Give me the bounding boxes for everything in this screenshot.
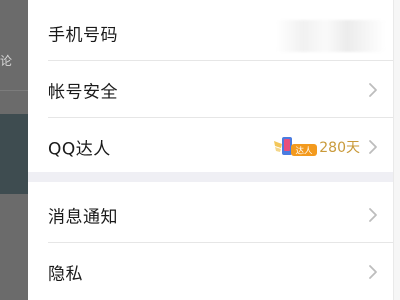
chevron-right-icon	[369, 82, 377, 97]
settings-row-phone-number[interactable]: 手机号码	[28, 4, 400, 61]
settings-row-privacy[interactable]: 隐私	[28, 243, 400, 300]
qq-talent-badge-icon: 达人	[274, 136, 317, 156]
settings-row-account-security[interactable]: 帐号安全	[28, 61, 400, 118]
background-divider	[0, 90, 28, 91]
privacy-label: 隐私	[48, 264, 83, 284]
phone-number-value-blurred	[276, 20, 386, 52]
chevron-right-icon	[369, 264, 377, 279]
account-settings-group: 手机号码 帐号安全 QQ达人 达人 280天	[28, 0, 400, 172]
settings-row-qq-talent[interactable]: QQ达人 达人 280天	[28, 118, 400, 175]
background-dark-block	[0, 114, 28, 194]
qq-talent-days: 280天	[319, 139, 360, 156]
account-security-label: 帐号安全	[48, 82, 118, 102]
other-settings-group: 消息通知 隐私	[28, 182, 400, 300]
qq-talent-badge-text: 达人	[295, 145, 313, 156]
panel-edge	[393, 0, 400, 300]
phone-number-label: 手机号码	[48, 25, 118, 45]
notifications-label: 消息通知	[48, 207, 118, 227]
settings-panel: 手机号码 帐号安全 QQ达人 达人 280天 消息通知 隐私	[28, 0, 400, 300]
qq-talent-label: QQ达人	[48, 139, 111, 159]
background-text: 论	[0, 54, 13, 68]
chevron-right-icon	[369, 139, 377, 154]
settings-row-notifications[interactable]: 消息通知	[28, 186, 400, 243]
background-page: 论	[0, 0, 28, 300]
chevron-right-icon	[369, 207, 377, 222]
